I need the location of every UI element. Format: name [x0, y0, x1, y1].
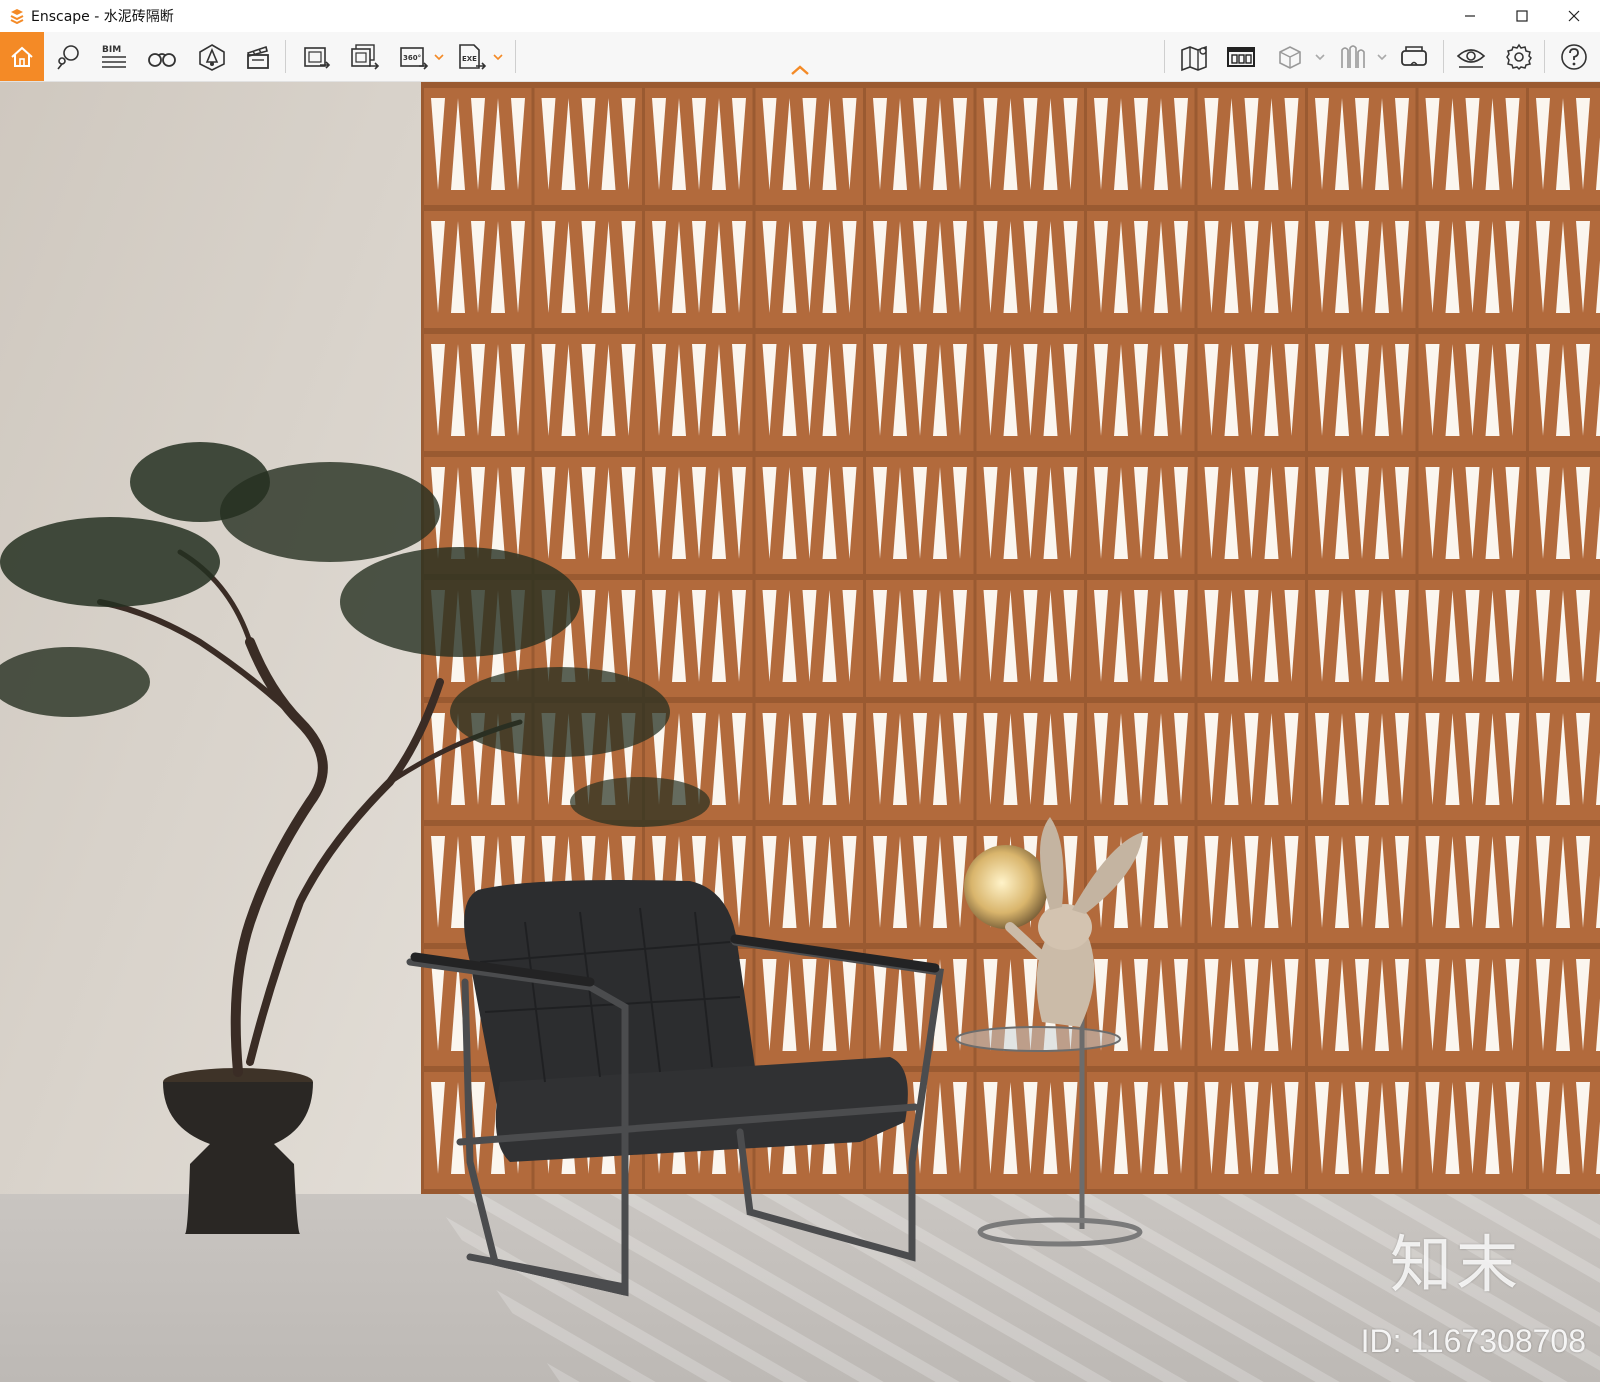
toolbar-separator	[285, 40, 286, 73]
export-dropdown[interactable]	[491, 32, 505, 81]
render-viewport[interactable]: 知末 ID: 1167308708	[0, 82, 1600, 1382]
left-wall	[0, 82, 421, 1200]
bim-button[interactable]: BIM	[92, 32, 136, 81]
binoculars-icon	[148, 52, 176, 67]
panorama-dropdown[interactable]	[432, 32, 446, 81]
minimize-icon	[1465, 15, 1475, 17]
asset-library-button[interactable]	[190, 32, 234, 81]
collaboration-button[interactable]	[1330, 32, 1374, 81]
toolbar-separator	[1544, 40, 1545, 73]
video-editor-button[interactable]	[236, 32, 280, 81]
toolbar-separator	[1164, 40, 1165, 73]
minimize-button[interactable]	[1444, 0, 1496, 32]
close-icon	[1568, 10, 1580, 22]
home-icon	[11, 46, 33, 67]
sun-study-button[interactable]	[46, 32, 90, 81]
title-bar: Enscape - 水泥砖隔断	[0, 0, 1600, 32]
walk-mode-button[interactable]	[140, 32, 184, 81]
safe-frame-dropdown[interactable]	[1313, 32, 1327, 81]
collapse-toolbar-chevron-up-icon[interactable]	[789, 63, 811, 77]
vr-headset-button[interactable]	[1392, 32, 1436, 81]
rendered-scene	[0, 82, 1600, 1382]
close-button[interactable]	[1548, 0, 1600, 32]
svg-text:BIM: BIM	[102, 45, 121, 55]
screenshot-button[interactable]	[295, 32, 339, 81]
settings-gear-icon	[1506, 43, 1532, 70]
maximize-icon	[1516, 10, 1528, 22]
chevron-down-icon	[1377, 53, 1387, 60]
chevron-down-icon	[493, 53, 503, 60]
help-icon	[1561, 43, 1587, 70]
watermark-id: ID: 1167308708	[1360, 1323, 1586, 1359]
toolbar-separator	[1443, 40, 1444, 73]
help-button[interactable]	[1552, 32, 1596, 81]
chevron-down-icon	[434, 53, 444, 60]
safe-frame-button[interactable]	[1268, 32, 1312, 81]
sun-study-icon	[57, 44, 79, 69]
map-icon	[1181, 45, 1207, 71]
export-exe-button[interactable]: EXE	[450, 32, 494, 81]
export-exe-icon: EXE	[459, 43, 487, 70]
bim-icon: BIM	[102, 45, 126, 68]
collaboration-icon	[1341, 44, 1365, 68]
video-editor-icon	[246, 45, 269, 69]
watermark-brand: 知末	[1389, 1228, 1522, 1301]
panorama-icon: 360°	[400, 46, 429, 70]
chevron-down-icon	[1315, 53, 1325, 60]
home-button[interactable]	[0, 32, 44, 81]
window-controls	[1444, 0, 1600, 32]
svg-text:EXE: EXE	[462, 55, 477, 63]
asset-library-icon	[199, 43, 225, 71]
window-title: Enscape - 水泥砖隔断	[31, 9, 174, 25]
enscape-logo-icon	[10, 9, 24, 24]
settings-button[interactable]	[1497, 32, 1541, 81]
visual-settings-icon	[1456, 48, 1486, 68]
svg-text:360°: 360°	[403, 54, 421, 62]
collaboration-dropdown[interactable]	[1375, 32, 1389, 81]
toolbar-separator	[515, 40, 516, 73]
maximize-button[interactable]	[1496, 0, 1548, 32]
view-management-icon	[1227, 46, 1255, 67]
panorama-button[interactable]: 360°	[392, 32, 436, 81]
safe-frame-icon	[1279, 45, 1301, 69]
view-management-button[interactable]	[1219, 32, 1263, 81]
batch-render-button[interactable]	[343, 32, 387, 81]
screenshot-icon	[304, 46, 331, 69]
visual-settings-button[interactable]	[1449, 32, 1493, 81]
vr-headset-icon	[1401, 45, 1427, 66]
batch-render-icon	[351, 43, 380, 70]
map-button[interactable]	[1173, 32, 1217, 81]
